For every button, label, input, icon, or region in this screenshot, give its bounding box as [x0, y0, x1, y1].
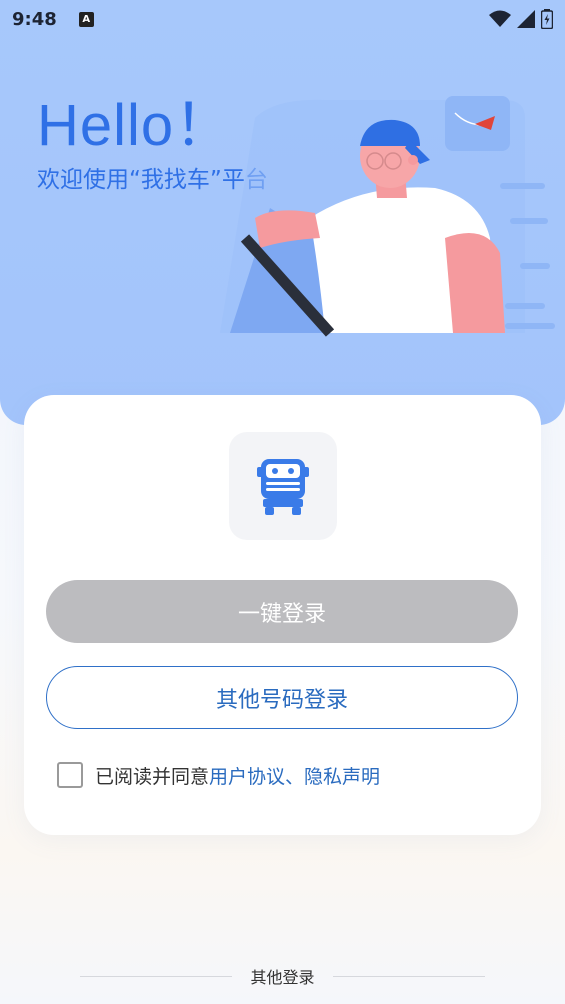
other-number-login-button[interactable]: 其他号码登录: [46, 666, 518, 729]
hero-banner: 9:48 A Hello！ 欢迎使用“我找车”平台: [0, 0, 565, 425]
agreement-row: 已阅读并同意 用户协议 、 隐私声明: [57, 761, 380, 789]
status-icons: [489, 9, 553, 29]
other-login-label: 其他登录: [250, 968, 315, 987]
signal-icon: [517, 10, 535, 28]
app-logo: [229, 432, 337, 540]
privacy-statement-link[interactable]: 隐私声明: [304, 762, 380, 789]
truck-icon: [257, 459, 309, 515]
notification-icon: A: [78, 11, 94, 27]
battery-icon: [541, 9, 553, 29]
one-click-login-button[interactable]: 一键登录: [46, 580, 518, 643]
wifi-icon: [489, 10, 511, 27]
divider-right: [332, 975, 485, 977]
agreement-checkbox[interactable]: [57, 762, 83, 788]
agreement-prefix: 已阅读并同意: [95, 765, 210, 788]
user-agreement-link[interactable]: 用户协议: [209, 762, 285, 789]
status-bar: 9:48 A: [0, 0, 565, 38]
status-time: 9:48: [12, 8, 57, 30]
login-card: 一键登录 其他号码登录 已阅读并同意 用户协议 、 隐私声明: [24, 395, 541, 835]
driver-illustration: [220, 96, 555, 337]
other-login-section: 其他登录: [0, 963, 565, 989]
agreement-separator: 、: [285, 765, 305, 788]
greeting-title: Hello！: [37, 93, 234, 158]
divider-left: [80, 975, 233, 977]
